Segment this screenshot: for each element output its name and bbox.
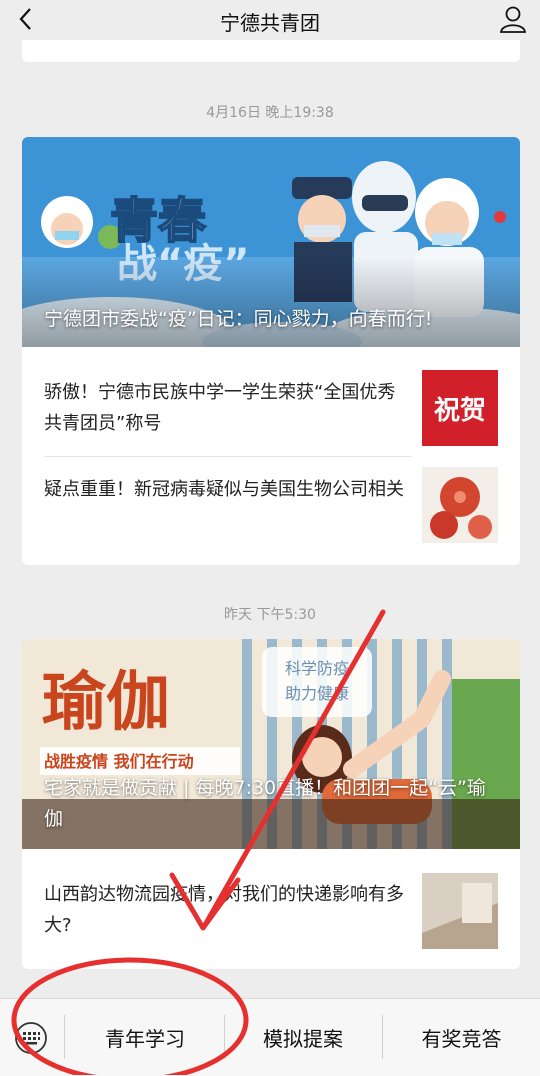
keyboard-toggle-icon[interactable] [14,1021,48,1055]
article-cover-youth-fight[interactable]: 青春 战“疫” 宁德团市委战“疫”日记：同心戮力，向春而行! [22,137,520,347]
message-time: 昨天 下午5:30 [224,607,316,623]
article-list-item[interactable]: 骄傲！宁德市民族中学一学生荣获“全国优秀共青团员”称号 祝贺 [22,355,520,453]
article-title: 骄傲！宁德市民族中学一学生荣获“全国优秀共青团员”称号 [44,382,396,434]
article-thumbnail [422,467,498,543]
article-title: 疑点重重！新冠病毒疑似与美国生物公司相关 [44,479,404,500]
article-title: 山西韵达物流园疫情，对我们的快递影响有多大? [44,884,404,936]
article-card: 科学防疫 助力健康 瑜伽 战胜疫情 我们在行动 宅家就是做贡献 | 每晚7:30… [22,639,520,969]
menu-item-prize-quiz[interactable]: 有奖竞答 [383,1023,540,1052]
page-title: 宁德共青团 [220,11,320,35]
navigation-bar: 宁德共青团 [0,0,540,40]
thumbnail-text: 祝贺 [434,396,486,426]
cover-art-text: 助力健康 [285,684,349,703]
account-profile-icon[interactable] [498,4,528,34]
menu-item-mock-proposal[interactable]: 模拟提案 [225,1023,381,1052]
message-time: 4月16日 晚上19:38 [206,105,334,121]
cover-art-text: 战胜疫情 我们在行动 [44,752,194,771]
menu-item-youth-study[interactable]: 青年学习 [66,1023,224,1052]
article-headline: 宁德团市委战“疫”日记：同心戮力，向春而行! [44,308,433,330]
article-card: 青春 战“疫” 宁德团市委战“疫”日记：同心戮力，向春而行! 骄傲！宁德市民族中… [22,137,520,565]
article-cover-yoga[interactable]: 科学防疫 助力健康 瑜伽 战胜疫情 我们在行动 宅家就是做贡献 | 每晚7:30… [22,639,520,849]
article-list-item[interactable]: 山西韵达物流园疫情，对我们的快递影响有多大? [22,857,520,962]
article-thumbnail [422,873,498,949]
article-thumbnail: 祝贺 [422,370,498,446]
cover-art-text: 科学防疫 [285,659,349,678]
menu-divider [64,1015,65,1059]
article-headline: 宅家就是做贡献 | 每晚7:30直播！和团团一起“云”瑜伽 [44,777,486,830]
article-list-item[interactable]: 疑点重重！新冠病毒疑似与美国生物公司相关 [22,457,520,562]
cover-art-text: 瑜伽 [42,666,170,740]
previous-card-edge [22,40,520,62]
bottom-menu-bar: 青年学习 模拟提案 有奖竞答 [0,998,540,1076]
